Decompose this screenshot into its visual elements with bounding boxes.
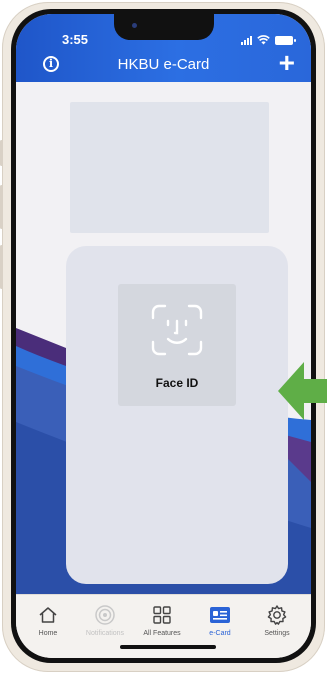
grid-icon [153, 606, 171, 624]
page-title: HKBU e-Card [117, 56, 210, 73]
ecard-image-placeholder [70, 102, 269, 233]
tab-ecard[interactable]: e-Card [190, 603, 250, 637]
main-content: Face ID [16, 82, 311, 594]
status-icons [241, 33, 296, 45]
camera-dot [132, 23, 137, 28]
tab-label: Settings [264, 630, 290, 637]
faceid-label: Face ID [155, 376, 199, 390]
pointer-arrow-icon [278, 362, 327, 420]
side-button [0, 185, 3, 229]
wifi-icon [257, 35, 270, 45]
tab-home[interactable]: Home [18, 603, 78, 637]
tab-label: All Features [143, 630, 181, 637]
home-icon [39, 607, 57, 623]
tab-label: Notifications [85, 630, 125, 637]
faceid-button[interactable]: Face ID [118, 284, 236, 406]
status-bar: 3:55 [16, 14, 311, 48]
tab-notifications[interactable]: Notifications [75, 603, 135, 637]
home-indicator [120, 645, 216, 649]
tab-label: Home [38, 630, 58, 637]
notifications-icon [95, 605, 115, 625]
tab-all-features[interactable]: All Features [132, 603, 192, 637]
side-button [0, 140, 3, 166]
signal-icon [241, 35, 252, 45]
tab-label: e-Card [209, 630, 231, 637]
notch [114, 14, 214, 40]
tab-settings[interactable]: Settings [247, 603, 307, 637]
ecard-icon [210, 607, 230, 623]
side-button [0, 245, 3, 289]
app-header: 3:55 i HKBU e-Card + [16, 14, 311, 82]
screen: 3:55 i HKBU e-Card + Face ID Home Notifi… [16, 14, 311, 658]
battery-icon [275, 36, 296, 45]
add-button[interactable]: + [279, 49, 295, 77]
gear-icon [267, 605, 287, 625]
status-time: 3:55 [62, 32, 89, 47]
phone-bezel: 3:55 i HKBU e-Card + Face ID Home Notifi… [11, 9, 316, 663]
ecard-panel: Face ID [66, 246, 288, 584]
faceid-icon [151, 304, 203, 356]
